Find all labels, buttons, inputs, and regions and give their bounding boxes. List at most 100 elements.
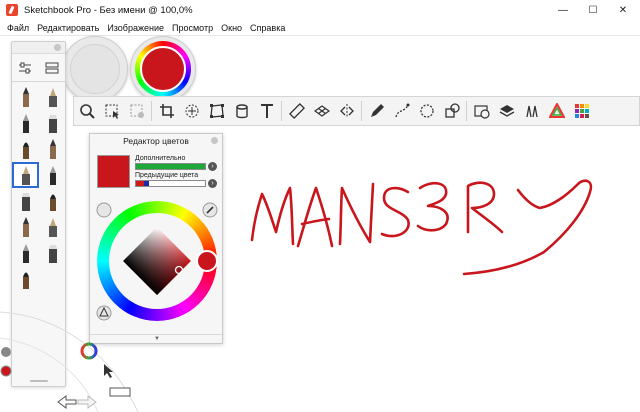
minimize-button[interactable]: —: [548, 0, 578, 20]
stroke-digit-3: [416, 181, 449, 232]
brush-texture-brush[interactable]: [12, 266, 39, 292]
previous-colors-bar[interactable]: [135, 180, 206, 187]
additional-expand-icon[interactable]: ›: [208, 162, 217, 171]
window-title: Sketchbook Pro - Без имени @ 100,0%: [24, 4, 193, 16]
copic-colors-tool[interactable]: [569, 98, 594, 124]
previous-expand-icon[interactable]: ›: [208, 179, 217, 188]
transform-tool[interactable]: [179, 98, 204, 124]
current-color-swatch: [140, 46, 186, 92]
hue-handle[interactable]: [196, 250, 218, 272]
paint-tube-icon: [22, 244, 29, 263]
brush-properties-tool[interactable]: [519, 98, 544, 124]
brush-grid: [12, 82, 65, 292]
color-editor-close-icon[interactable]: [211, 137, 218, 144]
menu-window[interactable]: Окно: [217, 23, 246, 33]
soft-eraser-icon: [49, 166, 56, 185]
shape-icon: [444, 103, 460, 118]
brush-puck[interactable]: [62, 36, 128, 102]
lagoon-menu: [0, 311, 139, 412]
color-editor-header[interactable]: Редактор цветов: [90, 134, 222, 148]
undo-icon[interactable]: [57, 395, 77, 409]
toolbar-divider: [281, 101, 282, 121]
brush-ink-pen[interactable]: [12, 214, 39, 240]
brush-water-brush[interactable]: [39, 240, 66, 266]
tab-brush-settings[interactable]: [12, 54, 39, 81]
redo-icon[interactable]: [77, 395, 97, 409]
shape-tool[interactable]: [439, 98, 464, 124]
stroke-letter-y: [462, 179, 593, 276]
maximize-button[interactable]: ☐: [578, 0, 608, 20]
symmetry-tool[interactable]: [334, 98, 359, 124]
palette-drag-handle[interactable]: [12, 42, 65, 54]
ruler-tool[interactable]: [284, 98, 309, 124]
menu-image[interactable]: Изображение: [103, 23, 168, 33]
current-color-preview: [97, 155, 130, 188]
symmetry-icon: [339, 104, 354, 118]
select-icon: [105, 104, 119, 119]
layers-tool[interactable]: [494, 98, 519, 124]
select-tool[interactable]: [99, 98, 124, 124]
timer-tool[interactable]: [469, 98, 494, 124]
flat-brush-icon: [49, 139, 56, 159]
ruler-icon: [288, 103, 305, 119]
palette-close-icon[interactable]: [54, 44, 61, 51]
brush-soft-eraser[interactable]: [39, 162, 66, 188]
stroke-letter-s: [380, 186, 410, 238]
menu-file[interactable]: Файл: [3, 23, 33, 33]
lagoon-brush-icon[interactable]: [1, 347, 11, 357]
stroke-letter-r: [466, 181, 504, 234]
water-brush-icon: [48, 245, 57, 263]
distort-tool[interactable]: [204, 98, 229, 124]
close-button[interactable]: ✕: [608, 0, 638, 20]
zoom-tool[interactable]: [74, 98, 99, 124]
minimize-icon: —: [558, 4, 568, 16]
brush-properties-icon: [525, 105, 538, 118]
tab-brush-library[interactable]: [39, 54, 66, 81]
color-editor-title: Редактор цветов: [123, 136, 189, 146]
brush-marker[interactable]: [39, 110, 66, 136]
color-puck[interactable]: [130, 36, 196, 102]
zoom-icon: [79, 104, 95, 119]
smudge-icon: [48, 218, 57, 237]
perspective-tool[interactable]: [309, 98, 334, 124]
toolbar-divider: [151, 101, 152, 121]
brush-pencil[interactable]: [12, 84, 39, 110]
brush-airbrush[interactable]: [12, 162, 39, 188]
menu-edit[interactable]: Редактировать: [33, 23, 103, 33]
brush-paint-tube[interactable]: [12, 240, 39, 266]
text-tool[interactable]: [254, 98, 279, 124]
brush-smudge[interactable]: [39, 214, 66, 240]
stroke-letter-n: [338, 182, 375, 246]
brush-fineliner[interactable]: [12, 110, 39, 136]
lasso-select-icon: [130, 104, 144, 118]
crop-tool[interactable]: [154, 98, 179, 124]
brush-chisel-marker[interactable]: [12, 188, 39, 214]
curve-tool[interactable]: [389, 98, 414, 124]
brush-felt-pen[interactable]: [39, 188, 66, 214]
previous-colors-label: Предыдущие цвета: [135, 172, 199, 179]
brush-ballpoint-pen[interactable]: [39, 84, 66, 110]
copic-colors-icon: [574, 104, 589, 118]
lasso-select-tool[interactable]: [124, 98, 149, 124]
palette-tabs: [12, 54, 65, 82]
menu-help[interactable]: Справка: [246, 23, 289, 33]
fill-tool[interactable]: [229, 98, 254, 124]
curve-icon: [394, 103, 409, 118]
transparency-icon[interactable]: [96, 202, 112, 218]
fill-icon: [235, 104, 248, 119]
additional-color-bar[interactable]: [135, 163, 206, 170]
felt-pen-icon: [49, 194, 56, 211]
ballpoint-pen-icon: [48, 88, 57, 107]
lagoon-canvas-icon[interactable]: [109, 387, 131, 397]
color-wheel-tool[interactable]: [544, 98, 569, 124]
brush-flat-brush[interactable]: [39, 136, 66, 162]
chisel-marker-icon: [21, 193, 30, 211]
distort-icon: [209, 104, 224, 118]
sliders-icon: [19, 62, 32, 73]
brush-library-icon: [45, 62, 59, 73]
lagoon-color-icon[interactable]: [0, 365, 12, 377]
brush-paintbrush[interactable]: [12, 136, 39, 162]
menu-view[interactable]: Просмотр: [168, 23, 217, 33]
ellipse-tool[interactable]: [414, 98, 439, 124]
pen-tool[interactable]: [364, 98, 389, 124]
